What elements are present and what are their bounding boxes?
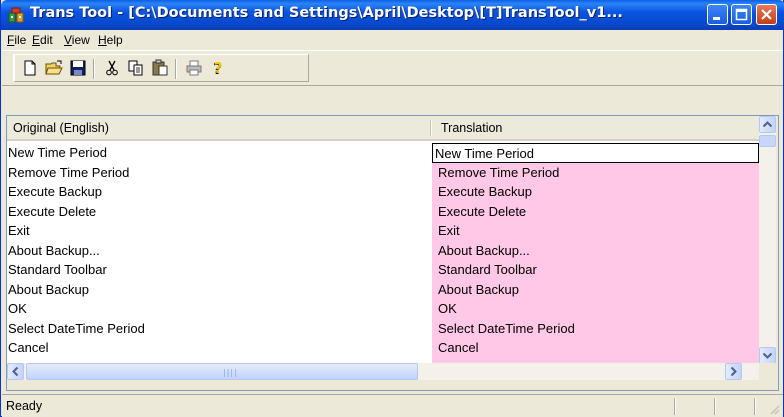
chevron-left-icon	[12, 366, 19, 377]
app-window: Trans Tool - [C:\Documents and Settings\…	[0, 0, 784, 417]
translation-cell[interactable]: Standard Toolbar	[432, 260, 759, 280]
original-cell: About Backup	[8, 281, 89, 297]
translation-edit-box[interactable]	[432, 143, 759, 163]
resize-grip-icon[interactable]	[768, 403, 780, 415]
app-icon[interactable]	[8, 7, 24, 23]
vertical-scrollbar[interactable]	[759, 116, 776, 364]
status-pane-divider	[674, 398, 676, 415]
translation-text: Exit	[438, 223, 460, 238]
new-file-icon[interactable]	[21, 59, 39, 77]
open-folder-icon[interactable]	[45, 59, 63, 77]
translation-text: About Backup...	[438, 242, 530, 258]
original-cell: Execute Delete	[8, 203, 97, 219]
translation-cell[interactable]: OK	[432, 299, 759, 319]
close-button[interactable]	[756, 4, 777, 25]
table-row[interactable]: Execute Delete Execute Delete	[7, 201, 759, 221]
scroll-right-button[interactable]	[725, 363, 742, 380]
table-row[interactable]: Execute Backup Execute Backup	[7, 182, 759, 202]
menu-help[interactable]: Help	[98, 33, 123, 47]
translation-cell[interactable]: Cancel	[432, 338, 759, 358]
close-icon	[761, 9, 772, 20]
translation-cell[interactable]: Execute Backup	[432, 182, 759, 202]
minimize-button[interactable]	[707, 4, 728, 25]
status-bar: Ready	[2, 394, 783, 417]
scrollbar-corner	[759, 363, 776, 380]
original-cell: About Backup...	[8, 242, 100, 258]
original-cell: Standard Toolbar	[8, 262, 107, 277]
maximize-icon	[735, 8, 748, 21]
menu-view[interactable]: View	[64, 33, 90, 47]
translation-cell[interactable]: Remove Time Period	[432, 162, 759, 182]
list-header: Original (English) Translation	[7, 116, 759, 141]
original-cell: Execute Backup	[8, 184, 102, 199]
status-pane-divider	[754, 398, 756, 415]
svg-text:?: ?	[214, 59, 223, 77]
chevron-down-icon	[762, 352, 773, 359]
translation-cell[interactable]: Select DateTime Period	[432, 318, 759, 338]
chevron-up-icon	[762, 121, 773, 128]
translation-text: About Backup	[438, 281, 519, 297]
toolbar-separator	[175, 59, 177, 79]
vertical-scroll-thumb[interactable]	[759, 135, 776, 147]
translation-text: Standard Toolbar	[438, 262, 537, 277]
scroll-up-button[interactable]	[759, 116, 776, 133]
table-row[interactable]: Remove Time Period Remove Time Period	[7, 162, 759, 182]
minimize-icon	[713, 17, 720, 20]
cut-scissors-icon[interactable]	[103, 59, 121, 77]
translation-text: Cancel	[438, 340, 479, 355]
table-row[interactable]: Select DateTime Period Select DateTime P…	[7, 318, 759, 338]
scroll-left-button[interactable]	[7, 363, 24, 380]
window-title: Trans Tool - [C:\Documents and Settings\…	[30, 5, 623, 21]
help-about-icon[interactable]: ? ?	[209, 59, 227, 77]
toolbar-area: ? ?	[2, 51, 783, 86]
translation-input[interactable]	[433, 144, 758, 162]
title-bar[interactable]: Trans Tool - [C:\Documents and Settings\…	[1, 0, 784, 30]
maximize-button[interactable]	[731, 4, 752, 25]
toolbar-separator	[93, 59, 95, 79]
original-cell: Remove Time Period	[8, 164, 130, 180]
translation-text: Select DateTime Period	[438, 320, 575, 336]
print-icon[interactable]	[185, 59, 203, 77]
table-row[interactable]: Cancel Cancel	[7, 338, 759, 358]
translation-cell[interactable]: Execute Delete	[432, 201, 759, 221]
column-header-original[interactable]: Original (English)	[13, 121, 109, 135]
translation-text: Remove Time Period	[438, 164, 560, 180]
table-row[interactable]: Exit Exit	[7, 221, 759, 241]
table-row[interactable]: About Backup About Backup	[7, 279, 759, 299]
original-cell: Cancel	[8, 340, 49, 355]
status-pane-divider	[714, 398, 716, 415]
standard-toolbar: ? ?	[13, 54, 309, 82]
original-cell: New Time Period	[8, 145, 107, 160]
list-rows: New Time Period Remove Time Period Remov…	[7, 143, 759, 365]
table-row[interactable]: OK OK	[7, 299, 759, 319]
paste-icon[interactable]	[151, 59, 169, 77]
save-disk-icon[interactable]	[69, 59, 87, 77]
status-text: Ready	[6, 399, 43, 413]
original-cell: Select DateTime Period	[8, 320, 145, 336]
table-row[interactable]: About Backup... About Backup...	[7, 240, 759, 260]
grip-icon: ||||	[223, 368, 238, 377]
original-cell: OK	[8, 301, 27, 316]
menu-file[interactable]: File	[7, 33, 26, 47]
column-divider[interactable]	[430, 120, 432, 136]
menu-edit[interactable]: Edit	[32, 33, 53, 47]
translation-text: Execute Backup	[438, 184, 532, 199]
horizontal-scrollbar[interactable]: ||||	[7, 363, 759, 380]
translation-cell[interactable]: Exit	[432, 221, 759, 241]
chevron-right-icon	[730, 366, 737, 377]
translation-cell[interactable]: About Backup	[432, 279, 759, 299]
menu-bar: File Edit View Help	[2, 30, 783, 51]
scroll-down-button[interactable]	[759, 347, 776, 364]
table-row[interactable]: Standard Toolbar Standard Toolbar	[7, 260, 759, 280]
translation-cell[interactable]: About Backup...	[432, 240, 759, 260]
original-cell: Exit	[8, 223, 30, 238]
table-row[interactable]: New Time Period	[7, 143, 759, 163]
translation-text: OK	[438, 301, 457, 316]
translation-text: Execute Delete	[438, 203, 527, 219]
horizontal-scroll-thumb[interactable]: ||||	[26, 363, 418, 380]
column-header-translation[interactable]: Translation	[441, 121, 502, 135]
copy-icon[interactable]	[127, 59, 145, 77]
